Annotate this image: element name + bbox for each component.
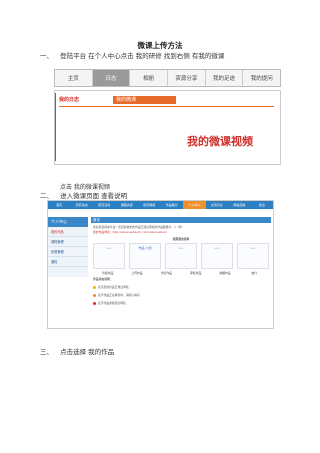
grid-cell[interactable]: ••• <box>201 243 233 269</box>
tab-blog[interactable]: 日志 <box>92 70 131 86</box>
profile-nav-tabs: 主页 日志 相册 资源分享 我的足迹 我的提问 <box>54 69 281 87</box>
grid-label[interactable]: 浏览作品 <box>152 271 181 275</box>
portal-main: 首页 欢迎您使用本平台！您目前发布的作品已通过审核的作品数量为：1（件） 我的作… <box>91 217 271 325</box>
grid-label[interactable]: 上传作品 <box>122 271 151 275</box>
portal-nav-item-active[interactable]: 个人中心 <box>183 201 206 209</box>
portal-nav-item[interactable]: 课程资源 <box>116 201 139 209</box>
grid-label[interactable]: 审核作品 <box>181 271 210 275</box>
grid-cell[interactable]: 作品 介绍 <box>129 243 161 269</box>
portal-top-nav: 首页 研究动态 研究活动 课程资源 研究网络 作品展示 个人中心 交流平台 网络… <box>48 201 273 209</box>
grid-cell[interactable]: ••• <box>165 243 197 269</box>
portal-nav-item[interactable]: 作品展示 <box>161 201 184 209</box>
portal-screenshot: 首页 研究动态 研究活动 课程资源 研究网络 作品展示 个人中心 交流平台 网络… <box>47 200 274 329</box>
step-2: 二、 进入微课页面 查看说明 <box>40 190 127 200</box>
approved-status-icon <box>93 285 96 289</box>
pending-status-icon <box>93 293 96 297</box>
grid-label[interactable]: 查看作品 <box>93 271 122 275</box>
feature-grid: ••• 作品 介绍 ••• ••• ••• <box>91 241 271 271</box>
legend-item-approved: 表示您的作品已通过审核 <box>91 283 271 291</box>
step-2-number: 二、 <box>40 192 53 200</box>
legend-text: 表示作品未能通过审核 <box>97 301 126 305</box>
tab-home[interactable]: 主页 <box>55 70 93 86</box>
tab-resources[interactable]: 资源分享 <box>168 70 206 86</box>
portal-nav-item[interactable]: 退出 <box>251 201 274 209</box>
legend-text: 表示作品正在审核中，请耐心等待 <box>97 293 140 297</box>
my-blog-tab[interactable]: 我的日志 <box>59 96 79 103</box>
micro-course-banner: 我的日志 我的微课 我的微课视频 <box>54 90 281 165</box>
accent-bar <box>55 93 56 161</box>
step-3-text: 点击选择 我的作品 <box>60 348 115 356</box>
portal-nav-item[interactable]: 网络直播 <box>228 201 251 209</box>
grid-cell[interactable]: ••• <box>237 243 269 269</box>
grid-cell[interactable]: ••• <box>93 243 125 269</box>
step-2-text: 进入微课页面 查看说明 <box>60 192 128 200</box>
step-1: 一、 登陆平台 在个人中心点击 我的研修 找到右侧 有我的微课 <box>40 50 224 60</box>
rejected-status-icon <box>93 301 96 305</box>
grid-label[interactable]: 统计 <box>240 271 269 275</box>
portal-nav-item[interactable]: 交流平台 <box>206 201 229 209</box>
step-3: 三、 点击选择 我的作品 <box>40 346 114 356</box>
micro-course-video-link[interactable]: 我的微课视频 <box>187 133 253 149</box>
sidebar-heading: 个人中心 <box>48 217 88 227</box>
grid-label[interactable]: 收藏作品 <box>210 271 239 275</box>
tab-questions[interactable]: 我的提问 <box>243 70 280 86</box>
portal-nav-item[interactable]: 研究动态 <box>71 201 94 209</box>
tab-underline <box>59 106 274 107</box>
portal-nav-item[interactable]: 首页 <box>48 201 71 209</box>
legend-item-rejected: 表示作品未能通过审核 <box>91 299 271 307</box>
sidebar-item-courses[interactable]: 课程管理 <box>48 237 88 247</box>
tab-footprints[interactable]: 我的足迹 <box>206 70 244 86</box>
portal-nav-item[interactable]: 研究网络 <box>138 201 161 209</box>
sidebar-item-notices[interactable]: 通知 <box>48 257 88 267</box>
legend-title: 作品状态说明： <box>93 277 113 281</box>
portal-sidebar: 个人中心 我的作品 课程管理 资源管理 通知 <box>48 217 88 277</box>
step-1-number: 一、 <box>40 52 53 60</box>
sidebar-item-my-works[interactable]: 我的作品 <box>48 227 88 237</box>
my-micro-course-tab[interactable]: 我的微课 <box>113 96 176 104</box>
legend-text: 表示您的作品已通过审核 <box>97 285 129 289</box>
step-1-text: 登陆平台 在个人中心点击 我的研修 找到右侧 有我的微课 <box>60 52 225 60</box>
sidebar-item-resources[interactable]: 资源管理 <box>48 247 88 257</box>
legend-item-pending: 表示作品正在审核中，请耐心等待 <box>91 291 271 299</box>
portal-nav-item[interactable]: 研究活动 <box>93 201 116 209</box>
step-3-number: 三、 <box>40 348 53 356</box>
grid-labels: 查看作品 上传作品 浏览作品 审核作品 收藏作品 统计 <box>91 271 271 275</box>
tab-album[interactable]: 相册 <box>130 70 169 86</box>
